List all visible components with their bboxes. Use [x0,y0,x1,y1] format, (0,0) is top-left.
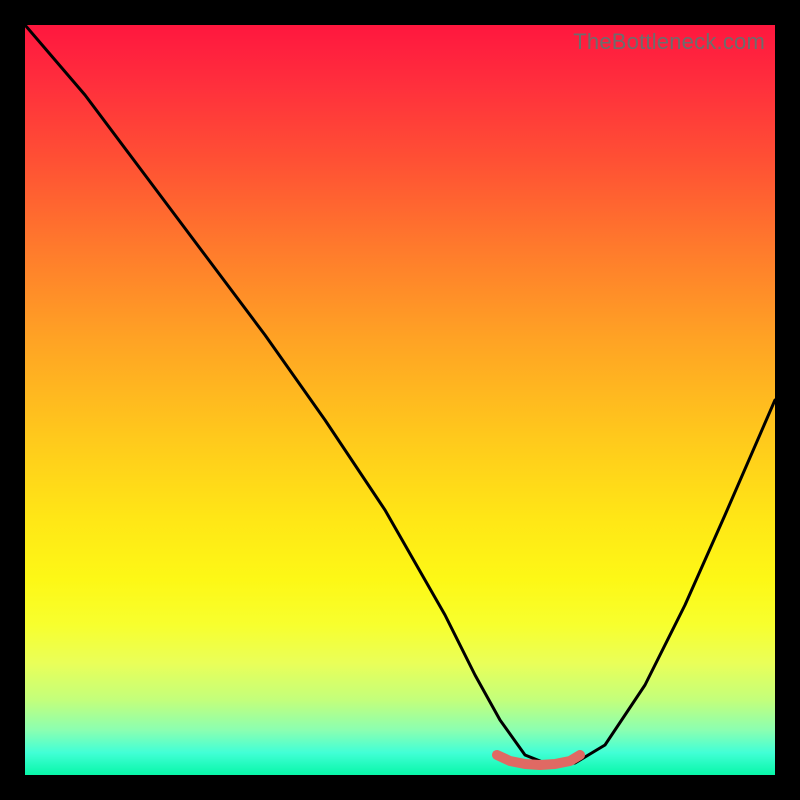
plot-area: TheBottleneck.com [25,25,775,775]
chart-frame: TheBottleneck.com [0,0,800,800]
highlight-segment [497,755,580,765]
curve-svg [25,25,775,775]
bottleneck-curve [25,25,775,765]
